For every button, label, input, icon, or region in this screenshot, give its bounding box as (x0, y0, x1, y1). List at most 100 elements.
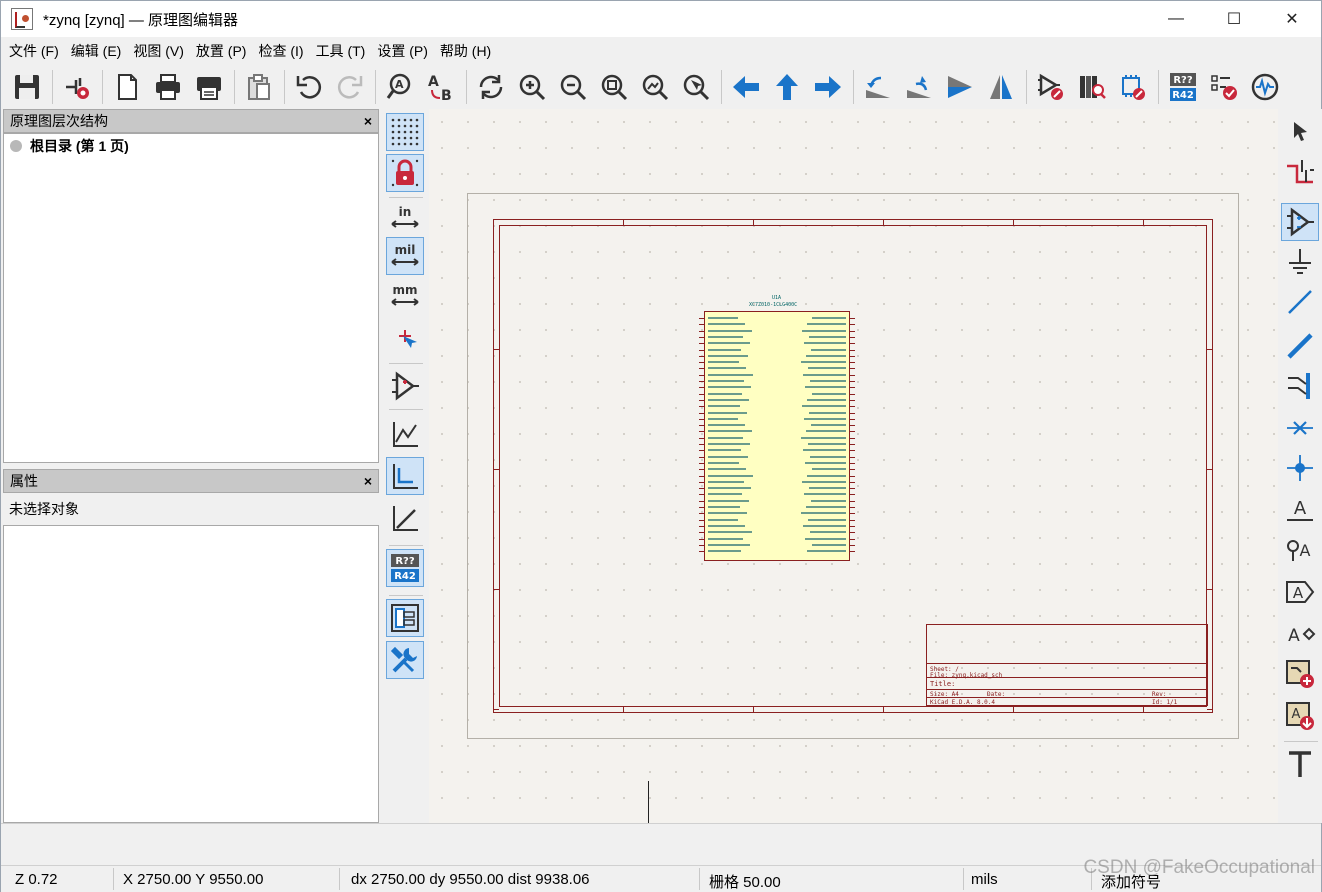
zoom-selection-button[interactable] (676, 67, 716, 107)
pin-name (802, 480, 846, 483)
highlight-net-button[interactable] (1281, 153, 1319, 191)
mirror-vertical-button[interactable] (940, 67, 980, 107)
add-global-label-button[interactable]: A (1281, 573, 1319, 611)
hierarchy-panel-close-button[interactable]: × (364, 113, 372, 129)
pin-name (808, 443, 846, 445)
pin-stub (849, 412, 855, 414)
zoom-fit-button[interactable] (594, 67, 634, 107)
properties-panel-close-button[interactable]: × (364, 473, 372, 489)
pin-stub (849, 519, 855, 521)
lines-45-degree-button[interactable] (386, 499, 424, 537)
menu-preferences[interactable]: 设置 (P) (371, 37, 434, 65)
units-mm-button[interactable]: mm (386, 277, 424, 315)
add-symbol-button[interactable] (1281, 203, 1319, 241)
frame-zone-tick (1207, 589, 1213, 590)
pin-name (804, 493, 846, 496)
add-bus-entry-button[interactable] (1281, 367, 1319, 405)
add-power-button[interactable] (1281, 243, 1319, 281)
add-hierarchical-label-button[interactable]: A (1281, 615, 1319, 653)
maximize-button[interactable]: ☐ (1205, 1, 1263, 37)
footprint-editor-button[interactable] (1113, 67, 1153, 107)
tools-icon (390, 646, 417, 673)
undo-button[interactable] (289, 67, 329, 107)
pin-name (708, 468, 746, 471)
main-toolbar: A AB R?? R42 (1, 65, 1321, 109)
watermark: CSDN @FakeOccupational (1083, 857, 1315, 878)
hierarchy-panel-icon (391, 604, 419, 632)
units-mils-button[interactable]: mil (386, 237, 424, 275)
pin-stub (849, 393, 855, 395)
pin-name (708, 512, 747, 515)
mirror-horizontal-button[interactable] (981, 67, 1021, 107)
add-wire-button[interactable] (1281, 283, 1319, 321)
grid-lock-button[interactable] (386, 154, 424, 192)
add-sheet-button[interactable] (1281, 655, 1319, 693)
frame-zone-tick (753, 707, 754, 713)
simulator-button[interactable] (1245, 67, 1285, 107)
annotate-button[interactable]: R?? R42 (1163, 67, 1203, 107)
import-sheet-pin-button[interactable]: A (1281, 697, 1319, 735)
schematic-setup-button[interactable] (57, 67, 97, 107)
free-angle-lines-button[interactable] (386, 415, 424, 453)
annotation-mode-button[interactable]: R?? R42 (386, 549, 424, 587)
add-junction-button[interactable] (1281, 449, 1319, 487)
add-label-button[interactable]: A (1281, 491, 1319, 529)
toggle-properties-panel-button[interactable] (386, 641, 424, 679)
toggle-hierarchy-panel-button[interactable] (386, 599, 424, 637)
navigate-up-button[interactable] (767, 67, 807, 107)
menu-inspect[interactable]: 检查 (I) (252, 37, 309, 65)
add-text-button[interactable] (1281, 745, 1319, 783)
page-settings-button[interactable] (107, 67, 147, 107)
toggle-grid-button[interactable] (386, 113, 424, 151)
lines-90-degree-button[interactable] (386, 457, 424, 495)
find-button[interactable]: A (380, 67, 420, 107)
pin-stub (849, 425, 855, 427)
find-replace-button[interactable]: AB (421, 67, 461, 107)
menu-file[interactable]: 文件 (F) (3, 37, 65, 65)
menu-place[interactable]: 放置 (P) (190, 37, 253, 65)
pin-name (807, 550, 846, 553)
status-separator (699, 868, 700, 890)
redo-button[interactable] (330, 67, 370, 107)
select-tool-button[interactable] (1281, 113, 1319, 151)
tree-item-root-sheet[interactable]: 根目录 (第 1 页) (4, 134, 378, 158)
close-button[interactable]: ✕ (1263, 1, 1321, 37)
symbol-reference[interactable]: U1A (772, 295, 781, 301)
refresh-button[interactable] (471, 67, 511, 107)
symbol-editor-button[interactable] (1031, 67, 1071, 107)
zoom-in-button[interactable] (512, 67, 552, 107)
menu-help[interactable]: 帮助 (H) (434, 37, 497, 65)
rotate-cw-button[interactable] (899, 67, 939, 107)
fpga-symbol-body[interactable] (699, 311, 855, 561)
left-toolbar: in mil mm R?? R42 (383, 109, 429, 823)
rotate-ccw-button[interactable] (858, 67, 898, 107)
ground-power-icon (1289, 249, 1311, 274)
menu-view[interactable]: 视图 (V) (127, 37, 190, 65)
zoom-fit-objects-button[interactable] (635, 67, 675, 107)
paste-button[interactable] (239, 67, 279, 107)
units-inches-button[interactable]: in (386, 199, 424, 237)
symbol-value[interactable]: XC7Z010-1CLG400C (749, 302, 797, 308)
add-bus-button[interactable] (1281, 327, 1319, 365)
zoom-out-button[interactable] (553, 67, 593, 107)
plot-button[interactable] (189, 67, 229, 107)
erc-button[interactable] (1204, 67, 1244, 107)
minimize-button[interactable]: — (1147, 1, 1205, 37)
menu-edit[interactable]: 编辑 (E) (65, 37, 128, 65)
save-button[interactable] (7, 67, 47, 107)
navigate-back-button[interactable] (726, 67, 766, 107)
menu-tools[interactable]: 工具 (T) (310, 37, 372, 65)
show-pin-electrical-type-button[interactable] (386, 367, 424, 405)
add-no-connect-button[interactable] (1281, 409, 1319, 447)
full-crosshair-button[interactable] (386, 321, 424, 359)
pin-stub (849, 324, 855, 326)
symbol-library-browser-button[interactable] (1072, 67, 1112, 107)
mirror-v-icon (948, 76, 972, 98)
schematic-canvas[interactable]: U1A XC7Z010-1CLG400C Sheet: / File: zynq… (429, 109, 1278, 823)
add-net-class-directive-button[interactable]: A (1281, 531, 1319, 569)
print-button[interactable] (148, 67, 188, 107)
title-bar: *zynq [zynq] — 原理图编辑器 — ☐ ✕ (1, 1, 1321, 37)
line-90-icon (393, 464, 418, 489)
label-icon: A (1287, 498, 1313, 521)
navigate-forward-button[interactable] (808, 67, 848, 107)
